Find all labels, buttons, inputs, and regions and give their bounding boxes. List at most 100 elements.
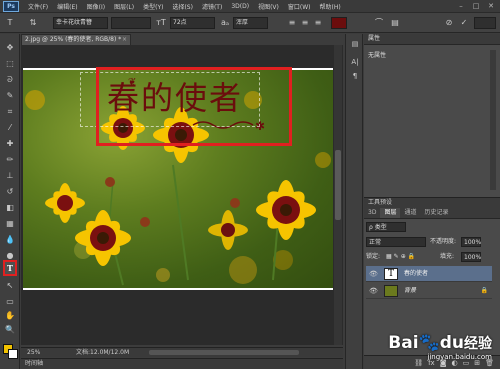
flower [256,180,316,240]
menu-filter[interactable]: 滤镜(T) [202,2,222,11]
layer-name: 春的使者 [404,270,429,277]
status-bar: 25% 文档:12.0M/12.0M [21,347,343,357]
marquee-tool-icon[interactable]: ⬚ [3,58,17,70]
antialias-icon: aₐ [220,18,230,27]
move-tool-icon[interactable]: ✥ [3,42,17,54]
panel-dock-strip: ▤ A| ¶ [345,34,363,369]
layer-filter-select[interactable]: ρ 类型 [366,222,406,232]
blend-mode-select[interactable]: 正常 [366,237,426,247]
text-layer-thumb-icon: T [384,268,398,280]
image-layer-thumb [384,285,398,297]
flower [45,183,85,223]
layers-panel-tabs: 3D 图层 通道 历史记录 [364,208,500,219]
menu-window[interactable]: 窗口(W) [288,2,311,11]
menu-help[interactable]: 帮助(H) [320,2,341,11]
close-icon[interactable]: ✕ [486,2,496,11]
font-family-select[interactable]: 幸卡花纹青簪 [53,17,108,29]
watermark-brand: Bai [388,333,419,353]
properties-icon[interactable]: ▤ [349,39,361,50]
horizontal-scrollbar[interactable] [149,350,299,355]
fill-field[interactable]: 100% [461,252,481,262]
font-style-select[interactable] [111,17,151,29]
lock-label: 锁定: [366,253,381,260]
watermark-url: jingyan.baidu.com [427,353,492,361]
background-color-swatch[interactable] [8,349,18,359]
quick-select-tool-icon[interactable]: ✎ [3,90,17,102]
menu-image[interactable]: 图像(I) [87,2,105,11]
maximize-icon[interactable]: □ [471,2,481,11]
baidu-jingyan-watermark: Bai🐾du经验 jingyan.baidu.com [388,333,492,361]
zoom-level[interactable]: 25% [27,348,40,357]
timeline-tab[interactable]: 时间轴 [21,358,343,369]
brush-tool-icon[interactable]: ✏ [3,154,17,166]
warp-text-icon[interactable]: ⌒ [373,17,385,29]
history-brush-tool-icon[interactable]: ↺ [3,186,17,198]
workspace-select[interactable] [474,17,496,29]
paragraph-icon[interactable]: ¶ [349,71,361,82]
blur-tool-icon[interactable]: 💧 [3,234,17,246]
tab-layers[interactable]: 图层 [380,208,401,218]
commit-icon[interactable]: ✓ [458,17,470,29]
close-document-icon[interactable]: × [122,35,127,45]
rectangle-tool-icon[interactable]: ▭ [3,296,17,308]
layer-filter-label: 类型 [374,224,387,231]
tab-3d[interactable]: 3D [364,208,380,218]
gradient-tool-icon[interactable]: ▦ [3,218,17,230]
cancel-icon[interactable]: ⊘ [443,17,455,29]
tool-presets-tab[interactable]: 工具预设 [364,197,500,208]
visibility-eye-icon[interactable]: 👁 [369,283,378,299]
eyedropper-tool-icon[interactable]: ⁄ [3,122,17,134]
character-icon[interactable]: A| [349,57,361,68]
document-info: 文档:12.0M/12.0M [76,349,130,356]
menu-select[interactable]: 选择(S) [172,2,193,11]
photoshop-window: Ps 文件(F) 编辑(E) 图像(I) 图层(L) 类型(Y) 选择(S) 滤… [0,0,500,369]
healing-brush-tool-icon[interactable]: ✚ [3,138,17,150]
font-size-select[interactable]: 72点 [170,17,215,29]
properties-panel-title[interactable]: 属性 [364,34,500,45]
scrollbar-thumb[interactable] [335,150,341,220]
menu-view[interactable]: 视图(V) [258,2,279,11]
orientation-toggle-icon[interactable]: ⇅ [27,17,39,29]
antialias-select[interactable]: 浑厚 [233,17,268,29]
lock-icon: 🔒 [480,287,488,294]
tools-panel: ✥ ⬚ ᘐ ✎ ⌗ ⁄ ✚ ✏ ⊥ ↺ ◧ ▦ 💧 ● ✒ T ↖ ▭ ✋ 🔍 [0,34,20,369]
menu-3d[interactable]: 3D(D) [231,3,249,10]
zoom-tool-icon[interactable]: 🔍 [3,324,17,336]
window-controls: – □ ✕ [456,2,496,11]
lock-icons[interactable]: ▦✎⊕🔒 [386,251,417,262]
document-tab-title: 2.jpg @ 25% (春的使者, RGB/8) * [25,36,122,43]
text-color-swatch[interactable] [331,17,347,29]
tab-history[interactable]: 历史记录 [420,208,452,218]
canvas-text-layer[interactable]: 春的使者 [107,80,243,116]
properties-scrollbar[interactable] [490,50,496,190]
crop-tool-icon[interactable]: ⌗ [3,106,17,118]
opacity-field[interactable]: 100% [461,237,481,247]
text-tool-preset-icon[interactable]: T [4,17,16,29]
baidu-paw-icon: 🐾 [418,333,440,353]
character-panel-icon[interactable]: ▤ [389,17,401,29]
menu-layer[interactable]: 图层(L) [114,2,134,11]
photoshop-logo: Ps [3,0,19,12]
align-center-icon[interactable]: ≡ [299,17,311,29]
lasso-tool-icon[interactable]: ᘐ [3,74,17,86]
hand-tool-icon[interactable]: ✋ [3,310,17,322]
opacity-label: 不透明度: [430,238,457,245]
clone-stamp-tool-icon[interactable]: ⊥ [3,170,17,182]
path-selection-tool-icon[interactable]: ↖ [3,280,17,292]
text-tool-icon[interactable]: T [3,260,17,276]
visibility-eye-icon[interactable]: 👁 [369,266,378,282]
properties-empty-text: 无属性 [368,52,387,59]
menu-type[interactable]: 类型(Y) [143,2,163,11]
align-right-icon[interactable]: ≡ [312,17,324,29]
watermark-paw-text: du [439,333,464,353]
eraser-tool-icon[interactable]: ◧ [3,202,17,214]
align-left-icon[interactable]: ≡ [286,17,298,29]
tab-channels[interactable]: 通道 [400,208,420,218]
layer-row-background[interactable]: 👁 背景 🔒 [366,283,492,299]
menu-file[interactable]: 文件(F) [28,2,48,11]
minimize-icon[interactable]: – [456,2,466,11]
menu-edit[interactable]: 编辑(E) [57,2,77,11]
layer-row-text[interactable]: 👁 T 春的使者 [366,266,492,282]
document-tab[interactable]: 2.jpg @ 25% (春的使者, RGB/8) * × [21,34,131,45]
font-size-icon: ᴛT [156,18,166,27]
